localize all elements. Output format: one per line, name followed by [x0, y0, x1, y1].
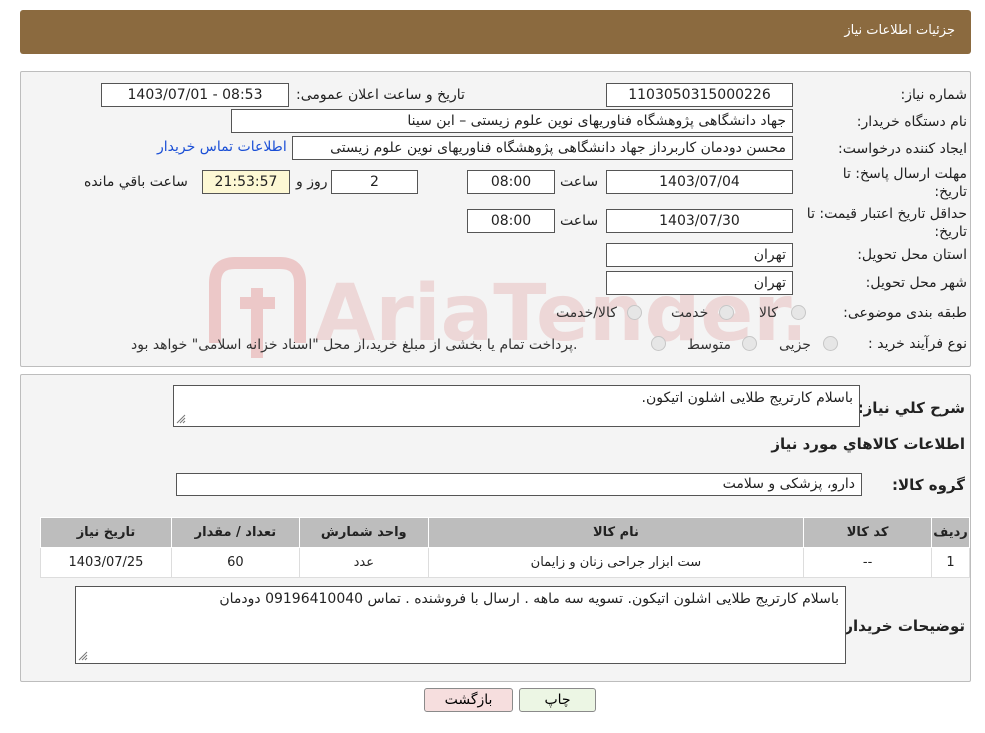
goods-table: ردیف کد کالا نام کالا واحد شمارش تعداد /… [40, 517, 970, 578]
page-title: جزئیات اطلاعات نیاز [844, 23, 955, 38]
col-quantity: تعداد / مقدار [170, 517, 300, 548]
general-description-text: باسلام کارتریج طلایی اشلون اتیکون. [641, 390, 854, 406]
buyer-notes-label: توضیحات خریدار: [838, 617, 965, 635]
price-validity-time-label: ساعت [560, 213, 599, 229]
buyer-org-field: جهاد دانشگاهی پژوهشگاه فناوریهای نوین عل… [231, 109, 793, 133]
deadline-time-field: 08:00 [467, 170, 555, 194]
goods-info-title: اطلاعات کالاهاي مورد نياز [771, 435, 965, 453]
col-need-date: تاریخ نیاز [40, 517, 172, 548]
deadline-label-line2: تاریخ: [934, 184, 967, 200]
price-validity-label-line2: تاریخ: [934, 224, 967, 240]
remaining-time-field: 21:53:57 [202, 170, 290, 194]
delivery-city-label: شهر محل تحویل: [865, 275, 967, 291]
category-service-text: خدمت [671, 305, 709, 321]
process-partial-text: جزیی [779, 337, 811, 353]
buyer-org-label: نام دستگاه خریدار: [856, 114, 967, 130]
announce-date-field: 1403/07/01 - 08:53 [101, 83, 289, 107]
delivery-province-field: تهران [606, 243, 793, 267]
delivery-city-field: تهران [606, 271, 793, 295]
goods-group-label: گروه کالا: [892, 476, 965, 494]
price-validity-label-line1: حداقل تاریخ اعتبار قیمت: تا [806, 206, 967, 222]
remaining-days-field: 2 [331, 170, 418, 194]
general-description-label: شرح کلي نياز: [857, 399, 965, 417]
price-validity-time-field: 08:00 [467, 209, 555, 233]
col-goods-name: نام کالا [427, 517, 805, 548]
category-goods-service-radio[interactable] [627, 305, 642, 320]
col-goods-code: کد کالا [803, 517, 933, 548]
back-button[interactable]: بازگشت [424, 688, 513, 712]
col-unit: واحد شمارش [298, 517, 429, 548]
buyer-notes-textarea[interactable]: باسلام کارتریج طلایی اشلون اتیکون. تسویه… [75, 586, 846, 664]
cell-goods-name: ست ابزار جراحی زنان و زایمان [427, 547, 805, 578]
category-goods-radio[interactable] [791, 305, 806, 320]
goods-table-header-row: ردیف کد کالا نام کالا واحد شمارش تعداد /… [40, 517, 970, 548]
goods-group-field: دارو، پزشکی و سلامت [176, 473, 862, 496]
deadline-time-label: ساعت [560, 174, 599, 190]
cell-row-number: 1 [931, 547, 970, 578]
buyer-notes-text: باسلام کارتریج طلایی اشلون اتیکون. تسویه… [219, 591, 839, 607]
price-validity-date-field: 1403/07/30 [606, 209, 793, 233]
purchase-process-label: نوع فرآیند خرید : [868, 336, 967, 352]
category-goods-text: کالا [759, 305, 778, 321]
deadline-date-field: 1403/07/04 [606, 170, 793, 194]
cell-quantity: 60 [170, 547, 300, 578]
general-description-textarea[interactable]: باسلام کارتریج طلایی اشلون اتیکون. [173, 385, 860, 427]
page-header: جزئیات اطلاعات نیاز [20, 10, 971, 54]
category-goods-service-text: کالا/خدمت [556, 305, 617, 321]
delivery-province-label: استان محل تحویل: [857, 247, 967, 263]
deadline-label-line1: مهلت ارسال پاسخ: تا [842, 166, 967, 182]
remaining-time-label: ساعت باقي مانده [84, 174, 188, 190]
subject-category-label: طبقه بندی موضوعی: [843, 305, 967, 321]
process-medium-text: متوسط [687, 337, 731, 353]
announce-date-label: تاریخ و ساعت اعلان عمومی: [296, 87, 465, 103]
col-row-number: ردیف [931, 517, 970, 548]
resize-grip-icon[interactable] [78, 651, 88, 661]
table-row: 1 -- ست ابزار جراحی زنان و زایمان عدد 60… [40, 547, 970, 578]
cell-goods-code: -- [803, 547, 933, 578]
need-number-field: 1103050315000226 [606, 83, 793, 107]
need-number-label: شماره نیاز: [900, 87, 968, 103]
process-partial-radio[interactable] [823, 336, 838, 351]
days-label: روز و [296, 174, 328, 190]
print-button[interactable]: چاپ [519, 688, 596, 712]
category-service-radio[interactable] [719, 305, 734, 320]
buyer-contact-link[interactable]: اطلاعات تماس خریدار [157, 139, 287, 155]
requester-field: محسن دودمان کاربرداز جهاد دانشگاهی پژوهش… [292, 136, 793, 160]
requester-label: ایجاد کننده درخواست: [838, 141, 967, 157]
process-medium-radio[interactable] [742, 336, 757, 351]
treasury-payment-checkbox[interactable] [651, 336, 666, 351]
cell-need-date: 1403/07/25 [40, 547, 172, 578]
cell-unit: عدد [298, 547, 429, 578]
resize-grip-icon[interactable] [176, 414, 186, 424]
treasury-payment-note: پرداخت تمام یا بخشی از مبلغ خرید،از محل … [131, 337, 578, 353]
